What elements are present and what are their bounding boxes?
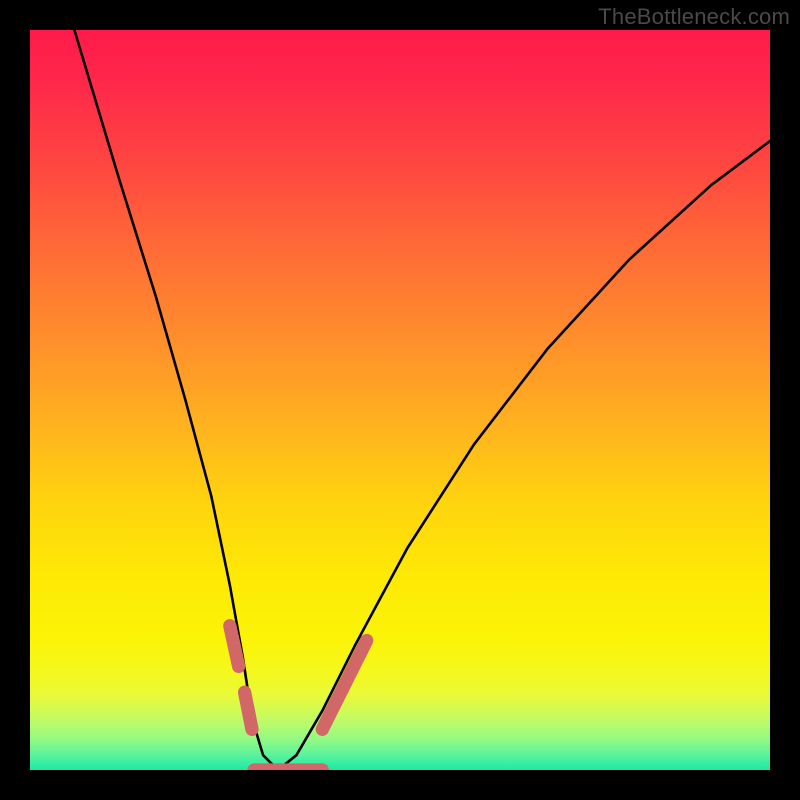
bottleneck-curve (74, 30, 770, 770)
plot-area (30, 30, 770, 770)
chart-frame: TheBottleneck.com (0, 0, 800, 800)
curve-layer (30, 30, 770, 770)
watermark-text: TheBottleneck.com (598, 4, 790, 30)
highlight-segment-3 (322, 641, 366, 730)
highlight-segment-0 (230, 626, 239, 667)
highlight-segment-1 (245, 692, 252, 729)
